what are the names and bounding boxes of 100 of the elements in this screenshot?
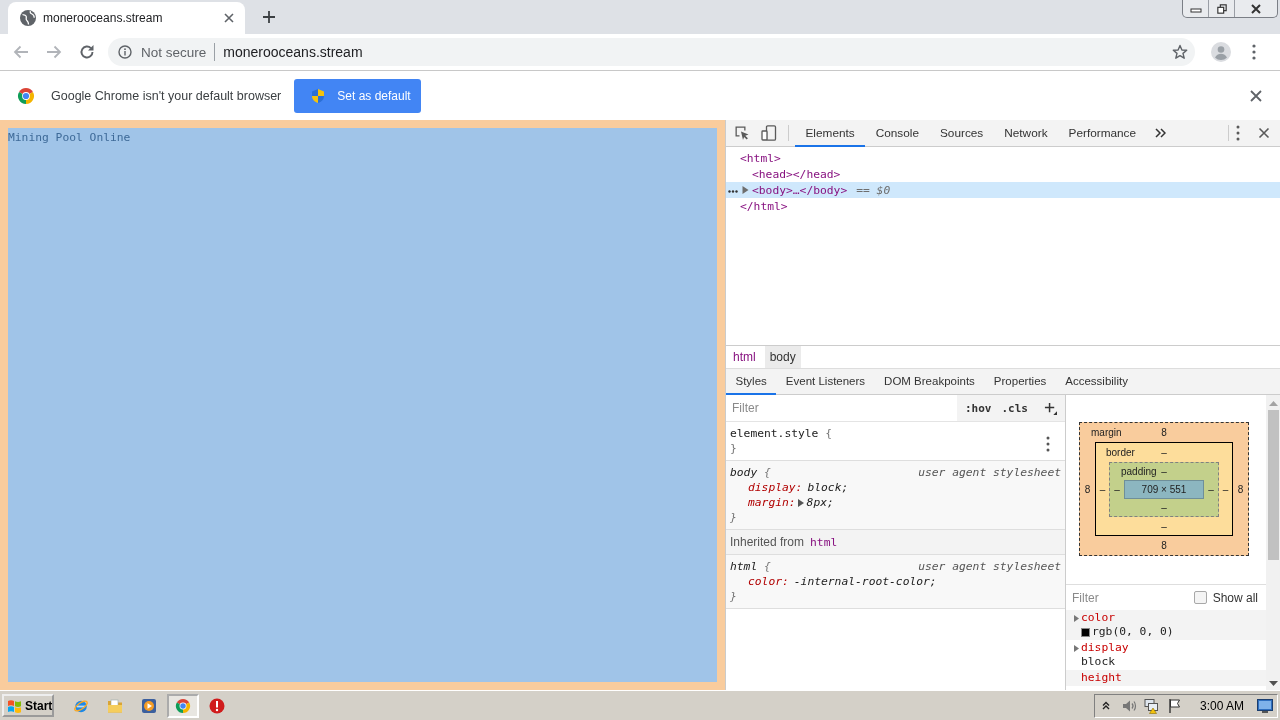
menu-icon: [1252, 44, 1256, 60]
box-value: 8: [1236, 482, 1245, 497]
dom-tree-row[interactable]: <body>…</body> == $0: [726, 182, 1280, 198]
expand-triangle-icon[interactable]: [1074, 644, 1079, 652]
avatar-icon: [1211, 42, 1231, 62]
devtools-tab[interactable]: Console: [865, 120, 930, 147]
breadcrumb[interactable]: body: [764, 346, 801, 368]
forward-arrow-icon: [46, 44, 62, 60]
scrollbar-track[interactable]: [1266, 395, 1280, 690]
box-value: –: [1221, 483, 1230, 497]
css-property-name: margin:: [748, 495, 796, 510]
folder-icon: [107, 697, 123, 714]
dom-tag: </html>: [740, 199, 788, 213]
css-property-value: block;: [807, 480, 849, 495]
inherited-label: Inherited from: [730, 535, 805, 549]
computed-property-value: block: [1081, 655, 1115, 669]
taskbar-button[interactable]: [167, 693, 199, 718]
css-property-value: 8px;: [806, 495, 834, 510]
scroll-down-icon[interactable]: [1268, 681, 1278, 686]
breadcrumb[interactable]: html: [728, 346, 761, 368]
css-property-name: color:: [748, 574, 789, 589]
box-value: –: [1161, 466, 1167, 477]
info-icon[interactable]: [118, 45, 132, 59]
network-icon[interactable]: [1143, 697, 1160, 714]
css-selector: element.style {: [730, 426, 833, 441]
caret-up-icon[interactable]: [1101, 701, 1110, 710]
set-default-button[interactable]: Set as default: [294, 78, 422, 113]
close-icon[interactable]: [1249, 88, 1263, 103]
shield-icon: [310, 87, 327, 104]
expand-triangle-icon[interactable]: [742, 186, 749, 194]
panel-tab[interactable]: Accessibility: [1055, 369, 1138, 395]
address-bar[interactable]: Not secure monerooceans.stream: [108, 38, 1195, 66]
dom-tag: <head></head>: [752, 167, 841, 181]
devtools-tab[interactable]: Network: [993, 120, 1059, 147]
close-icon: [1250, 3, 1262, 14]
dom-tree-row[interactable]: </html>: [726, 198, 1280, 214]
box-value: –: [1161, 520, 1167, 532]
checkbox-label[interactable]: Show all: [1212, 590, 1258, 605]
windows-flag-icon: [7, 697, 23, 714]
dom-tag: <html>: [740, 151, 781, 165]
ellipsis-icon[interactable]: [728, 190, 738, 193]
box-value: –: [1098, 483, 1107, 497]
dom-tree-row[interactable]: <head></head>: [726, 166, 1280, 182]
expand-triangle-icon[interactable]: [797, 498, 804, 507]
color-swatch-icon[interactable]: [1081, 627, 1090, 637]
devtools-tab[interactable]: Elements: [795, 120, 866, 147]
box-value: –: [1207, 483, 1215, 497]
close-icon[interactable]: [224, 13, 234, 23]
toggle-button[interactable]: :hov: [965, 401, 992, 415]
close-icon[interactable]: [1258, 127, 1270, 139]
inherited-link[interactable]: html: [810, 535, 838, 549]
box-label: padding: [1120, 466, 1157, 477]
toggle-button[interactable]: .cls: [1001, 401, 1028, 415]
double-chevron-icon[interactable]: [1154, 128, 1166, 138]
computed-property-row[interactable]: height: [1066, 670, 1266, 686]
box-value: 8: [1161, 427, 1167, 438]
devtools-tab[interactable]: Sources: [929, 120, 994, 147]
start-button[interactable]: Start: [2, 694, 54, 717]
box-label: margin: [1090, 427, 1122, 438]
box-value: –: [1161, 447, 1167, 458]
devtools-tab[interactable]: Performance: [1058, 120, 1147, 147]
browser-tab[interactable]: monerooceans.stream: [8, 2, 245, 34]
stylesheet-origin: user agent stylesheet: [918, 559, 1061, 574]
plus-icon[interactable]: [1044, 401, 1057, 415]
star-icon[interactable]: [1172, 44, 1188, 60]
computed-property-row[interactable]: color rgb(0, 0, 0): [1066, 610, 1266, 640]
menu-icon[interactable]: [1236, 125, 1240, 141]
computed-property-name: color: [1081, 611, 1115, 625]
content-box: 709 × 551: [1124, 480, 1204, 499]
stylesheet-origin: user agent stylesheet: [918, 465, 1061, 480]
flag-icon[interactable]: [1166, 697, 1183, 714]
computed-property-row[interactable]: display block: [1066, 640, 1266, 670]
browser-logo-icon: [175, 697, 191, 714]
dom-tag: <body>…</body>: [752, 183, 848, 197]
page-text: Mining Pool Online: [8, 131, 131, 144]
restore-icon: [1215, 3, 1228, 14]
panel-tab[interactable]: Event Listeners: [776, 369, 875, 395]
menu-icon[interactable]: [1046, 436, 1050, 452]
clock[interactable]: 3:00 AM: [1199, 698, 1244, 713]
globe-icon: [20, 10, 36, 26]
orbit-globe-icon: [73, 697, 89, 714]
expand-triangle-icon[interactable]: [1074, 614, 1079, 622]
plus-icon: [262, 10, 276, 24]
box-value: –: [1161, 502, 1167, 513]
computed-property-name: display: [1081, 641, 1129, 655]
url-text[interactable]: monerooceans.stream: [223, 44, 363, 60]
panel-tab[interactable]: DOM Breakpoints: [874, 369, 985, 395]
filter-field[interactable]: Filter: [1066, 590, 1194, 605]
inspect-icon[interactable]: [734, 125, 750, 141]
panel-tab[interactable]: Properties: [984, 369, 1056, 395]
box-value: –: [1113, 483, 1121, 497]
device-icon[interactable]: [761, 125, 777, 141]
security-label[interactable]: Not secure: [141, 44, 207, 60]
box-label: border: [1105, 447, 1135, 458]
computed-property-name: height: [1081, 671, 1122, 685]
show-all-checkbox[interactable]: [1193, 591, 1207, 604]
dom-selection-note: == $0: [856, 183, 891, 197]
scrollbar-thumb[interactable]: [1267, 410, 1279, 560]
monitor-icon[interactable]: [1257, 698, 1273, 713]
dom-tree-row[interactable]: <html>: [726, 150, 1280, 166]
